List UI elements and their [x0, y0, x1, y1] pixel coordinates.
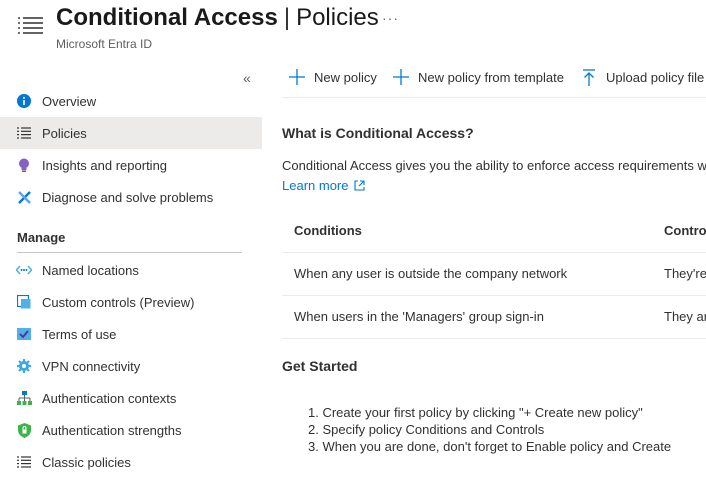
list-item: 2. Specify policy Conditions and Control…: [308, 422, 545, 437]
shield-icon: [16, 422, 32, 438]
main-content: New policy New policy from template Uplo…: [282, 60, 706, 477]
sidebar-item-label: Named locations: [42, 262, 139, 278]
section-divider: [17, 252, 242, 253]
new-policy-from-template-button[interactable]: New policy from template: [392, 68, 564, 86]
page-header: Conditional Access | Policies ··· Microsof…: [0, 0, 706, 60]
sidebar-item-label: Authentication contexts: [42, 390, 177, 406]
new-policy-label: New policy: [314, 69, 377, 85]
learn-more-link[interactable]: Learn more: [282, 178, 366, 193]
menu-list-icon[interactable]: [17, 16, 45, 38]
sidebar-item-label: Overview: [42, 93, 97, 109]
table-cell-control: They ar: [664, 309, 706, 324]
list-item: 1. Create your first policy by clicking …: [308, 405, 643, 420]
sidebar-item-insights[interactable]: Insights and reporting: [0, 149, 262, 181]
table-row: When users in the 'Managers' group sign-…: [282, 296, 706, 339]
table-header-row: Conditions Controls: [282, 210, 706, 253]
column-header-controls: Controls: [664, 223, 706, 238]
sidebar-item-auth-strengths[interactable]: Authentication strengths: [0, 414, 262, 446]
upload-policy-file-button[interactable]: Upload policy file: [580, 68, 704, 86]
list-icon: [16, 454, 32, 470]
sidebar-item-diagnose[interactable]: Diagnose and solve problems: [0, 181, 262, 213]
manage-section-label: Manage: [17, 230, 66, 245]
list-icon: [16, 125, 32, 141]
sidebar-item-custom-controls[interactable]: Custom controls (Preview): [0, 286, 262, 318]
sidebar-item-label: Diagnose and solve problems: [42, 189, 214, 205]
sidebar-item-auth-contexts[interactable]: Authentication contexts: [0, 382, 262, 414]
sidebar-item-overview[interactable]: Overview: [0, 85, 262, 117]
external-link-icon: [354, 180, 366, 191]
checkmark-doc-icon: [16, 326, 32, 342]
list-item: 3. When you are done, don't forget to En…: [308, 439, 672, 454]
sidebar-item-label: Custom controls (Preview): [42, 294, 195, 310]
lightbulb-icon: [16, 157, 32, 173]
sidebar-item-vpn[interactable]: VPN connectivity: [0, 350, 262, 382]
table-cell-condition: When users in the 'Managers' group sign-…: [294, 309, 544, 324]
sidebar-item-classic-policies[interactable]: Classic policies: [0, 446, 262, 477]
table-cell-control: They're: [664, 266, 706, 281]
new-policy-from-template-label: New policy from template: [418, 69, 564, 85]
sidebar: « Overview Policies Insights and reporti…: [0, 66, 262, 477]
sidebar-item-label: Insights and reporting: [42, 157, 168, 173]
page-title-main: Conditional Access: [56, 4, 278, 31]
table-row: When any user is outside the company net…: [282, 253, 706, 296]
sidebar-item-policies[interactable]: Policies: [0, 117, 262, 149]
page-title: Conditional Access | Policies: [56, 4, 379, 32]
wrench-icon: [16, 189, 32, 205]
sidebar-item-label: Policies: [42, 125, 87, 141]
hierarchy-icon: [16, 390, 32, 406]
table-cell-condition: When any user is outside the company net…: [294, 266, 568, 281]
what-is-ca-heading: What is Conditional Access?: [282, 125, 474, 141]
sidebar-item-named-locations[interactable]: Named locations: [0, 254, 262, 286]
more-actions-button[interactable]: ···: [382, 10, 399, 26]
command-bar: New policy New policy from template Uplo…: [282, 60, 706, 98]
custom-controls-icon: [16, 294, 32, 310]
sidebar-item-label: Classic policies: [42, 454, 131, 470]
new-policy-button[interactable]: New policy: [288, 68, 377, 86]
get-started-steps: 1. Create your first policy by clicking …: [308, 404, 671, 455]
get-started-heading: Get Started: [282, 358, 358, 374]
page-subtitle: Microsoft Entra ID: [56, 37, 153, 51]
learn-more-label: Learn more: [282, 178, 349, 193]
upload-policy-file-label: Upload policy file: [606, 69, 705, 85]
collapse-sidebar-button[interactable]: «: [243, 70, 251, 86]
ca-description: Conditional Access gives you the ability…: [282, 158, 706, 173]
network-icon: [16, 262, 32, 278]
gear-icon: [16, 358, 32, 374]
sidebar-item-label: Authentication strengths: [42, 422, 182, 438]
plus-icon: [288, 68, 306, 86]
column-header-conditions: Conditions: [294, 223, 362, 238]
upload-icon: [580, 68, 598, 86]
sidebar-item-label: Terms of use: [42, 326, 117, 342]
sidebar-item-label: VPN connectivity: [42, 358, 141, 374]
page-title-sub: Policies: [296, 4, 379, 31]
sidebar-item-terms-of-use[interactable]: Terms of use: [0, 318, 262, 350]
plus-icon: [392, 68, 410, 86]
title-separator: |: [283, 4, 291, 31]
info-icon: [16, 93, 32, 109]
